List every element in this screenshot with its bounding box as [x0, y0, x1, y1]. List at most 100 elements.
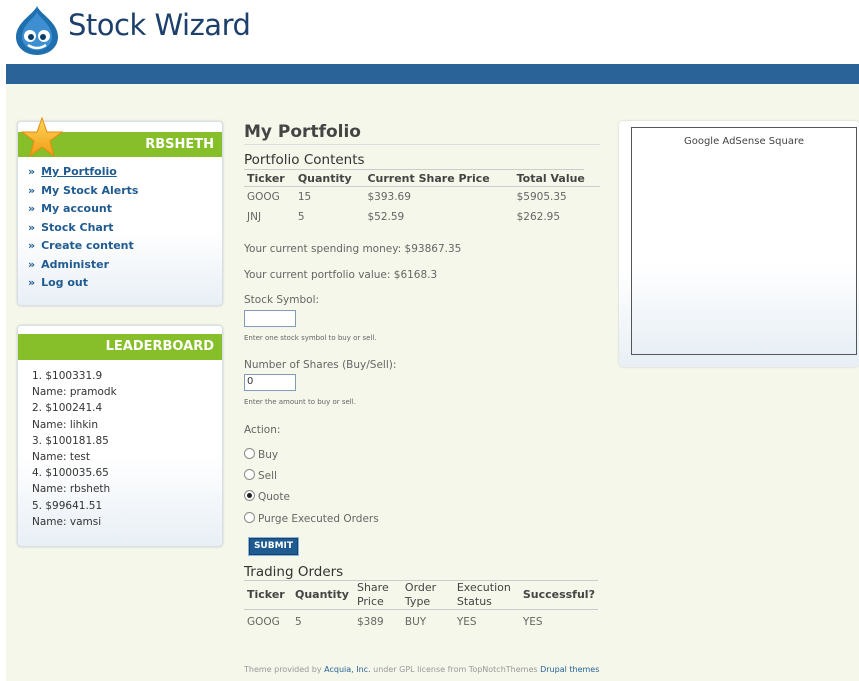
- leaderboard-block: LEADERBOARD 1. $100331.9 Name: pramodk 2. …: [17, 325, 223, 547]
- table-cell: YES: [522, 616, 543, 628]
- menu-item-label: Administer: [41, 257, 110, 271]
- table-cell: JNJ: [247, 211, 262, 223]
- action-radio-buy[interactable]: Buy: [244, 448, 278, 462]
- orders-column-header: Execution Status: [453, 581, 520, 610]
- menu-item-my-account[interactable]: » My account: [28, 200, 222, 219]
- menu-item-my-stock-alerts[interactable]: » My Stock Alerts: [28, 182, 222, 201]
- action-radio-purge-executed-orders[interactable]: Purge Executed Orders: [244, 512, 379, 526]
- menu-item-label: Stock Chart: [41, 220, 114, 234]
- radio-button-icon[interactable]: [244, 448, 255, 459]
- table-row: GOOG 5 $389 BUY YES YES: [244, 610, 598, 635]
- stock-symbol-help: Enter one stock symbol to buy or sell.: [244, 334, 377, 342]
- leaderboard-name: Name: vamsi: [32, 515, 102, 528]
- portfolio-column-header: Quantity: [294, 170, 365, 187]
- table-cell: $393.69: [367, 191, 411, 203]
- drupal-logo-icon[interactable]: [14, 4, 60, 56]
- radio-label: Buy: [258, 449, 279, 461]
- footer-prefix: Theme provided by: [244, 665, 325, 674]
- footer-middle: under GPL license from TopNotchThemes: [370, 665, 541, 674]
- leaderboard-name: Name: rbsheth: [32, 483, 111, 496]
- site-header: Stock Wizard: [0, 0, 859, 64]
- menu-item-label: Log out: [41, 276, 89, 289]
- action-label: Action:: [244, 424, 281, 436]
- radio-label: Purge Executed Orders: [258, 513, 379, 525]
- table-cell: GOOG: [247, 616, 280, 628]
- menu-item-label: My Stock Alerts: [41, 183, 139, 197]
- raquo-icon: »: [28, 257, 36, 271]
- trading-orders-table: Ticker Quantity Share Price Order Type Execu…: [244, 581, 598, 634]
- adsense-square[interactable]: Google AdSense Square: [631, 127, 857, 355]
- raquo-icon: »: [28, 183, 36, 197]
- trading-orders-heading: Trading Orders: [244, 564, 598, 581]
- portfolio-table: Ticker Quantity Current Share Price Total V…: [244, 170, 600, 227]
- raquo-icon: »: [28, 276, 36, 289]
- leaderboard-score: 3. $100181.85: [32, 434, 109, 447]
- footer: Theme provided by Acquia, Inc. under GPL…: [244, 665, 599, 674]
- leaderboard-list: 1. $100331.9 Name: pramodk 2. $100241.4 Nam…: [18, 360, 222, 530]
- adsense-label: Google AdSense Square: [683, 136, 805, 147]
- site-title[interactable]: Stock Wizard: [68, 8, 251, 42]
- page-title: My Portfolio: [244, 120, 600, 145]
- orders-column-header: Successful?: [519, 581, 598, 610]
- table-cell: $52.59: [367, 211, 405, 223]
- footer-link-acquia[interactable]: Acquia, Inc.: [324, 665, 370, 674]
- radio-button-icon[interactable]: [244, 512, 255, 523]
- orders-column-header: Share Price: [353, 581, 402, 610]
- table-cell: $5905.35: [516, 191, 567, 203]
- table-cell: YES: [456, 616, 477, 628]
- table-cell: $389: [356, 616, 384, 628]
- portfolio-value-text: Your current portfolio value: $6168.3: [244, 269, 438, 281]
- stock-symbol-label: Stock Symbol:: [244, 294, 320, 306]
- portfolio-column-header: Ticker: [244, 170, 295, 187]
- main-content: My Portfolio Portfolio Contents Ticker Qu…: [244, 120, 600, 628]
- submit-button[interactable]: SUBMIT: [249, 538, 298, 555]
- user-menu: » My Portfolio » My Stock Alerts » My account…: [18, 163, 222, 293]
- portfolio-column-header: Total Value: [513, 170, 600, 187]
- raquo-icon: »: [28, 239, 36, 252]
- leaderboard-score: 1. $100331.9: [32, 370, 103, 382]
- footer-link-drupal-themes[interactable]: Drupal themes: [540, 665, 599, 674]
- radio-button-icon[interactable]: [244, 490, 255, 501]
- ad-block: Google AdSense Square: [619, 121, 859, 367]
- table-cell: 5: [297, 211, 305, 223]
- table-cell: GOOG: [247, 191, 280, 203]
- table-row: JNJ 5 $52.59 $262.95: [244, 207, 600, 227]
- menu-item-label: My Portfolio: [41, 165, 117, 178]
- star-icon: [21, 117, 63, 157]
- menu-item-my-portfolio[interactable]: » My Portfolio: [28, 163, 222, 182]
- radio-button-icon[interactable]: [244, 469, 255, 480]
- leaderboard-name: Name: lihkin: [32, 418, 98, 431]
- action-radio-quote[interactable]: Quote: [244, 490, 290, 504]
- table-cell: 15: [297, 191, 312, 203]
- menu-item-create-content[interactable]: » Create content: [28, 237, 222, 256]
- orders-column-header: Ticker: [244, 581, 292, 610]
- leaderboard-name: Name: test: [32, 450, 91, 463]
- shares-input[interactable]: 0: [244, 374, 296, 391]
- header-bar: [6, 64, 859, 84]
- raquo-icon: »: [28, 202, 36, 215]
- shares-label: Number of Shares (Buy/Sell):: [244, 359, 397, 371]
- menu-item-label: My account: [41, 202, 112, 215]
- action-radio-sell[interactable]: Sell: [244, 469, 277, 483]
- leaderboard-score: 2. $100241.4: [32, 402, 103, 415]
- leaderboard-name: Name: pramodk: [32, 386, 117, 399]
- raquo-icon: »: [28, 165, 36, 178]
- menu-item-administer[interactable]: » Administer: [28, 256, 222, 275]
- spending-money-text: Your current spending money: $93867.35: [244, 243, 462, 255]
- portfolio-heading: Portfolio Contents: [244, 152, 584, 170]
- table-cell: BUY: [404, 616, 427, 628]
- shares-help: Enter the amount to buy or sell.: [244, 398, 356, 406]
- stock-symbol-input[interactable]: [244, 310, 296, 327]
- menu-item-label: Create content: [41, 239, 134, 252]
- orders-column-header: Order Type: [401, 581, 454, 610]
- orders-column-header: Quantity: [291, 581, 354, 610]
- table-cell: 5: [294, 616, 302, 628]
- radio-label: Quote: [258, 491, 290, 503]
- radio-label: Sell: [258, 470, 277, 482]
- leaderboard-score: 5. $99641.51: [32, 499, 103, 512]
- leaderboard-score: 4. $100035.65: [32, 467, 109, 480]
- table-row: GOOG 15 $393.69 $5905.35: [244, 187, 600, 208]
- portfolio-column-header: Current Share Price: [364, 170, 514, 187]
- menu-item-stock-chart[interactable]: » Stock Chart: [28, 219, 222, 238]
- menu-item-log-out[interactable]: » Log out: [28, 274, 222, 293]
